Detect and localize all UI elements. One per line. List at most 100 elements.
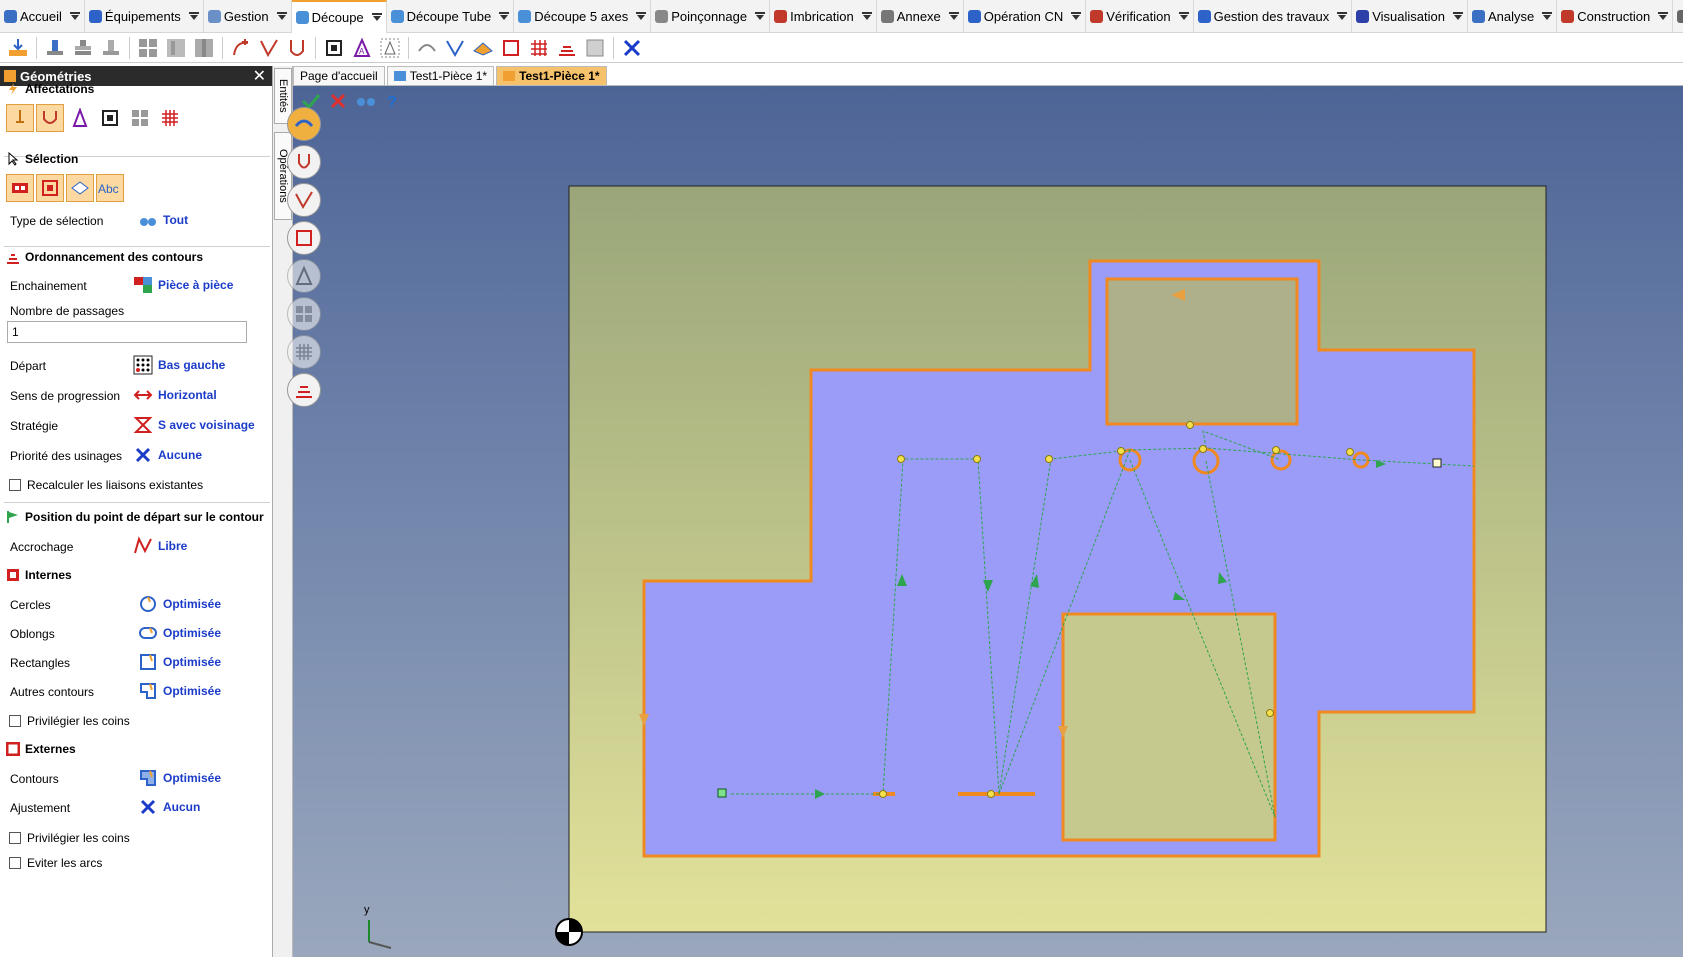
- strategie-value[interactable]: S avec voisinage: [133, 415, 255, 435]
- checkbox-box[interactable]: [9, 857, 21, 869]
- type-selection-value[interactable]: Tout: [138, 210, 188, 230]
- cercles-value[interactable]: Optimisée: [138, 594, 221, 614]
- text-icon[interactable]: [378, 36, 402, 60]
- doc-tab-accueil[interactable]: Page d'accueil: [293, 66, 385, 85]
- privilegier-coins-internes-checkbox[interactable]: Privilégier les coins: [9, 714, 130, 728]
- x-icon: [138, 797, 158, 817]
- tools-icon: [1677, 9, 1683, 23]
- tool-d-icon[interactable]: [499, 36, 523, 60]
- affect-grid-icon[interactable]: [126, 104, 154, 132]
- select-text-icon[interactable]: Abc: [96, 174, 124, 202]
- marking-icon[interactable]: A: [350, 36, 374, 60]
- tool-c-icon[interactable]: [471, 36, 495, 60]
- ribbon-tab-label: Découpe 5 axes: [534, 8, 629, 24]
- chevron-down-icon[interactable]: [636, 12, 647, 20]
- affect-mesh-icon[interactable]: [156, 104, 184, 132]
- ribbon-tab-13[interactable]: Analyse: [1468, 0, 1558, 33]
- depart-value[interactable]: Bas gauche: [133, 355, 225, 375]
- close-icon[interactable]: ✕: [253, 66, 266, 86]
- affect-microjoint-icon[interactable]: [96, 104, 124, 132]
- rectangles-value[interactable]: Optimisée: [138, 652, 221, 672]
- lead-in-icon[interactable]: [257, 36, 281, 60]
- select-contours-icon[interactable]: [36, 174, 64, 202]
- contours-value[interactable]: Optimisée: [138, 768, 221, 788]
- eviter-arcs-checkbox[interactable]: Eviter les arcs: [9, 856, 102, 870]
- punching-icon: [655, 9, 669, 23]
- chevron-down-icon[interactable]: [499, 12, 510, 20]
- ribbon-tab-label: Construction: [1577, 8, 1651, 24]
- nb-passages-input[interactable]: 1: [7, 321, 247, 343]
- chevron-down-icon[interactable]: [276, 12, 287, 20]
- tool-e-icon[interactable]: [527, 36, 551, 60]
- chevron-down-icon[interactable]: [755, 12, 766, 20]
- select-parts-icon[interactable]: [6, 174, 34, 202]
- ribbon-tab-14[interactable]: Construction: [1557, 0, 1674, 33]
- chevron-down-icon[interactable]: [188, 12, 199, 20]
- cad-viewport[interactable]: ? y: [287, 86, 1683, 957]
- ribbon-tab-label: Accueil: [20, 8, 62, 24]
- grid-icon[interactable]: [136, 36, 160, 60]
- ribbon-tab-3[interactable]: Découpe: [291, 0, 387, 33]
- ribbon-tab-2[interactable]: Gestion: [204, 0, 292, 33]
- externes-icon: [5, 741, 21, 757]
- autres-value[interactable]: Optimisée: [138, 681, 221, 701]
- affect-lead-icon[interactable]: [36, 104, 64, 132]
- sens-value[interactable]: Horizontal: [133, 385, 217, 405]
- oblongs-value[interactable]: Optimisée: [138, 623, 221, 643]
- ribbon-tab-7[interactable]: Imbrication: [770, 0, 877, 33]
- chevron-down-icon[interactable]: [1337, 12, 1348, 20]
- analysis-icon: [1471, 9, 1485, 23]
- chevron-down-icon[interactable]: [1542, 12, 1553, 20]
- tool-a-icon[interactable]: [415, 36, 439, 60]
- ribbon-tab-6[interactable]: Poinçonnage: [651, 0, 771, 33]
- rectangles-label: Rectangles: [10, 656, 71, 670]
- tool-f-icon[interactable]: [555, 36, 579, 60]
- panel-icon: [4, 70, 16, 82]
- ribbon-tab-10[interactable]: Vérification: [1086, 0, 1194, 33]
- recalculer-checkbox[interactable]: Recalculer les liaisons existantes: [9, 478, 203, 492]
- select-layers-icon[interactable]: [66, 174, 94, 202]
- microjoint-icon[interactable]: [322, 36, 346, 60]
- import-part-icon[interactable]: [6, 36, 30, 60]
- checkbox-box[interactable]: [9, 715, 21, 727]
- priorite-value[interactable]: Aucune: [133, 445, 202, 465]
- doc-tab-piece-1-active[interactable]: Test1-Pièce 1*: [496, 66, 607, 85]
- checkbox-box[interactable]: [9, 479, 21, 491]
- enchainement-value[interactable]: Pièce à pièce: [133, 275, 233, 295]
- ribbon-tab-9[interactable]: Opération CN: [964, 0, 1087, 33]
- ribbon-tab-1[interactable]: Équipements: [85, 0, 204, 33]
- affect-pin-icon[interactable]: [6, 104, 34, 132]
- privilegier-coins-externes-checkbox[interactable]: Privilégier les coins: [9, 831, 130, 845]
- ribbon-tab-12[interactable]: Visualisation: [1352, 0, 1468, 33]
- ribbon-tab-4[interactable]: Découpe Tube: [387, 0, 515, 33]
- affect-marking-icon[interactable]: [66, 104, 94, 132]
- tool-b-icon[interactable]: [443, 36, 467, 60]
- lead-out-icon[interactable]: [285, 36, 309, 60]
- chevron-down-icon[interactable]: [1178, 12, 1189, 20]
- doc-tab-piece-1[interactable]: Test1-Pièce 1*: [386, 66, 495, 85]
- accrochage-value[interactable]: Libre: [133, 536, 187, 556]
- cancel-icon[interactable]: [620, 36, 644, 60]
- chevron-down-icon[interactable]: [1071, 12, 1082, 20]
- ribbon-tab-5[interactable]: Découpe 5 axes: [514, 0, 652, 33]
- chevron-down-icon[interactable]: [371, 13, 382, 21]
- ribbon-tab-0[interactable]: Accueil: [0, 0, 85, 33]
- chevron-down-icon[interactable]: [948, 12, 959, 20]
- ribbon-tab-11[interactable]: Gestion des travaux: [1194, 0, 1353, 33]
- ajustement-value[interactable]: Aucun: [138, 797, 200, 817]
- stack-sheet-icon[interactable]: [43, 36, 67, 60]
- chevron-down-icon[interactable]: [69, 12, 80, 20]
- ribbon-tab-15[interactable]: Outils: [1673, 0, 1683, 33]
- chevron-down-icon[interactable]: [1452, 12, 1463, 20]
- ribbon-tab-8[interactable]: Annexe: [877, 0, 964, 33]
- tool-g-icon[interactable]: [583, 36, 607, 60]
- ajustement-label: Ajustement: [10, 801, 71, 815]
- checkbox-box[interactable]: [9, 832, 21, 844]
- chevron-down-icon[interactable]: [861, 12, 872, 20]
- layout-icon[interactable]: [164, 36, 188, 60]
- add-contour-icon[interactable]: [229, 36, 253, 60]
- stack-sheet-3-icon[interactable]: [99, 36, 123, 60]
- chevron-down-icon[interactable]: [1658, 12, 1669, 20]
- stack-sheet-2-icon[interactable]: [71, 36, 95, 60]
- layout-2-icon[interactable]: [192, 36, 216, 60]
